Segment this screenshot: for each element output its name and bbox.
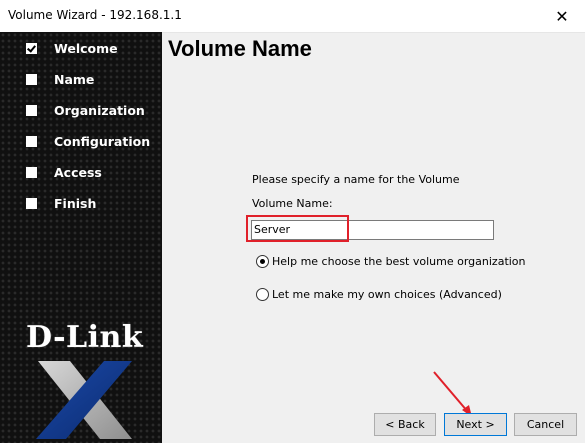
back-button[interactable]: < Back	[374, 413, 436, 436]
option-advanced[interactable]: Let me make my own choices (Advanced)	[256, 288, 502, 301]
cancel-button[interactable]: Cancel	[514, 413, 577, 436]
checkbox-icon	[26, 197, 37, 209]
step-finish: Finish	[26, 193, 96, 213]
option-label: Help me choose the best volume organizat…	[272, 255, 526, 268]
step-name: Name	[26, 69, 94, 89]
volume-name-input[interactable]: Server	[251, 220, 494, 240]
instruction-text: Please specify a name for the Volume	[252, 173, 460, 186]
checkbox-icon	[26, 135, 37, 147]
step-label: Configuration	[54, 133, 151, 149]
step-label: Access	[54, 164, 102, 180]
checkbox-icon	[26, 73, 37, 85]
close-button[interactable]: ✕	[539, 0, 585, 32]
annotation-arrow-icon	[433, 371, 472, 417]
step-configuration: Configuration	[26, 131, 150, 151]
step-label: Finish	[54, 195, 97, 211]
step-welcome: Welcome	[26, 38, 118, 58]
checkbox-icon	[26, 104, 37, 116]
close-icon: ✕	[555, 6, 569, 26]
radio-selected-icon[interactable]	[256, 255, 269, 268]
title-bar: Volume Wizard - 192.168.1.1 ✕	[0, 0, 585, 33]
option-auto-organization[interactable]: Help me choose the best volume organizat…	[256, 255, 526, 268]
x-logo-icon	[36, 361, 132, 439]
next-button[interactable]: Next >	[444, 413, 507, 436]
window-title: Volume Wizard - 192.168.1.1	[8, 8, 182, 22]
checkbox-checked-icon	[26, 42, 37, 54]
step-label: Name	[54, 71, 95, 87]
page-title: Volume Name	[168, 36, 312, 61]
checkbox-icon	[26, 166, 37, 178]
step-label: Organization	[54, 102, 145, 118]
volume-name-label: Volume Name:	[252, 197, 333, 210]
step-access: Access	[26, 162, 102, 182]
option-label: Let me make my own choices (Advanced)	[272, 288, 502, 301]
radio-icon[interactable]	[256, 288, 269, 301]
dlink-logo: D-Link	[26, 320, 144, 355]
step-label: Welcome	[54, 40, 118, 56]
step-organization: Organization	[26, 100, 145, 120]
